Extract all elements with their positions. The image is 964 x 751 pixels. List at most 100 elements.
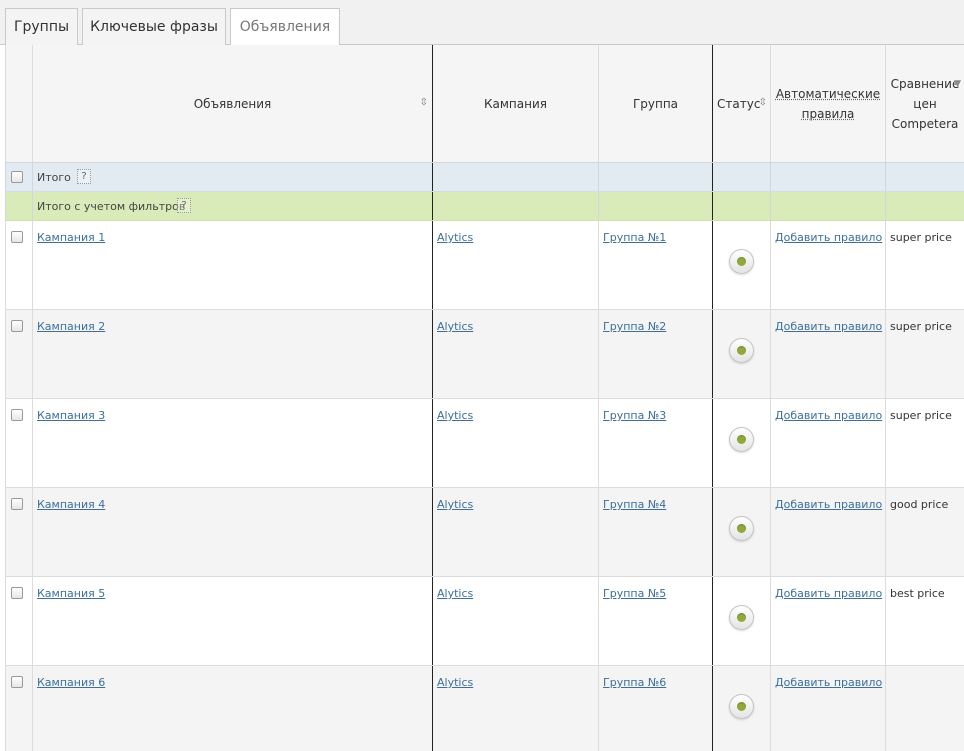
campaign-cell: Alytics	[432, 399, 598, 487]
group-link[interactable]: Группа №4	[603, 498, 666, 511]
table-row: Кампания 4 Alytics Группа №4 Добавить пр…	[5, 488, 964, 577]
status-cell	[712, 577, 770, 665]
help-icon[interactable]: ?	[77, 169, 91, 184]
ad-cell: Кампания 6	[32, 666, 432, 751]
ad-link[interactable]: Кампания 1	[37, 231, 105, 244]
tab-groups[interactable]: Группы	[5, 8, 78, 45]
table-row: Кампания 1 Alytics Группа №1 Добавить пр…	[5, 221, 964, 310]
column-auto-rules[interactable]: Автоматические правила	[770, 45, 885, 162]
column-price-compare[interactable]: Сравнение цен Competera ▼	[885, 45, 964, 162]
row-checkbox-cell	[5, 221, 32, 309]
add-rule-link[interactable]: Добавить правило	[775, 409, 882, 422]
rules-cell: Добавить правило	[770, 310, 885, 398]
row-checkbox[interactable]	[11, 498, 23, 510]
price-cell: good price	[885, 488, 964, 576]
price-compare-value: best price	[890, 587, 945, 600]
tab-bar: Группы Ключевые фразы Объявления	[0, 0, 964, 46]
total-cell	[712, 163, 770, 191]
row-checkbox[interactable]	[11, 231, 23, 243]
ad-link[interactable]: Кампания 6	[37, 676, 105, 689]
ad-link[interactable]: Кампания 3	[37, 409, 105, 422]
row-checkbox[interactable]	[11, 587, 23, 599]
group-cell: Группа №2	[598, 310, 712, 398]
group-cell: Группа №3	[598, 399, 712, 487]
add-rule-link[interactable]: Добавить правило	[775, 231, 882, 244]
price-cell: super price	[885, 310, 964, 398]
ad-cell: Кампания 4	[32, 488, 432, 576]
status-cell	[712, 488, 770, 576]
campaign-link[interactable]: Alytics	[437, 320, 473, 333]
header-checkbox-cell	[5, 45, 32, 162]
status-toggle[interactable]	[729, 516, 754, 541]
ad-link[interactable]: Кампания 4	[37, 498, 105, 511]
group-link[interactable]: Группа №5	[603, 587, 666, 600]
help-icon[interactable]: ?	[177, 198, 191, 213]
total-checkbox-cell	[5, 163, 32, 191]
row-checkbox[interactable]	[11, 320, 23, 332]
ad-cell: Кампания 5	[32, 577, 432, 665]
group-link[interactable]: Группа №1	[603, 231, 666, 244]
campaign-cell: Alytics	[432, 666, 598, 751]
status-toggle[interactable]	[729, 694, 754, 719]
rules-cell: Добавить правило	[770, 221, 885, 309]
price-compare-value: good price	[890, 498, 949, 511]
group-link[interactable]: Группа №3	[603, 409, 666, 422]
status-cell	[712, 221, 770, 309]
filtered-checkbox-cell	[5, 192, 32, 220]
filtered-cell	[598, 192, 712, 220]
column-status[interactable]: Статус ⇳	[712, 45, 770, 162]
add-rule-link[interactable]: Добавить правило	[775, 498, 882, 511]
total-cell	[770, 163, 885, 191]
campaign-link[interactable]: Alytics	[437, 409, 473, 422]
total-row: Итого ?	[5, 163, 964, 192]
campaign-link[interactable]: Alytics	[437, 231, 473, 244]
total-label-cell: Итого ?	[32, 163, 432, 191]
group-link[interactable]: Группа №2	[603, 320, 666, 333]
rules-cell: Добавить правило	[770, 488, 885, 576]
group-link[interactable]: Группа №6	[603, 676, 666, 689]
column-ads-label: Объявления	[193, 96, 272, 111]
tab-keywords[interactable]: Ключевые фразы	[82, 8, 226, 45]
column-group-label: Группа	[632, 96, 679, 111]
status-toggle[interactable]	[729, 605, 754, 630]
campaign-cell: Alytics	[432, 221, 598, 309]
filtered-cell	[770, 192, 885, 220]
sort-icon[interactable]: ⇳	[420, 97, 428, 108]
ad-link[interactable]: Кампания 2	[37, 320, 105, 333]
status-toggle[interactable]	[729, 249, 754, 274]
add-rule-link[interactable]: Добавить правило	[775, 676, 882, 689]
column-campaign: Кампания	[432, 45, 598, 162]
select-all-checkbox[interactable]	[11, 171, 23, 183]
price-compare-value: super price	[890, 409, 952, 422]
ad-link[interactable]: Кампания 5	[37, 587, 105, 600]
row-checkbox[interactable]	[11, 409, 23, 421]
column-ads[interactable]: Объявления ⇳	[32, 45, 432, 162]
campaign-link[interactable]: Alytics	[437, 587, 473, 600]
chevron-down-icon[interactable]: ▼	[954, 79, 961, 89]
price-compare-value: super price	[890, 320, 952, 333]
rules-cell: Добавить правило	[770, 577, 885, 665]
ad-cell: Кампания 1	[32, 221, 432, 309]
campaign-cell: Alytics	[432, 577, 598, 665]
tab-ads[interactable]: Объявления	[230, 8, 340, 46]
campaign-link[interactable]: Alytics	[437, 676, 473, 689]
row-checkbox[interactable]	[11, 676, 23, 688]
add-rule-link[interactable]: Добавить правило	[775, 320, 882, 333]
price-cell: super price	[885, 221, 964, 309]
status-cell	[712, 399, 770, 487]
row-checkbox-cell	[5, 666, 32, 751]
filtered-cell	[712, 192, 770, 220]
sort-icon[interactable]: ⇳	[759, 97, 767, 108]
status-toggle[interactable]	[729, 427, 754, 452]
status-toggle[interactable]	[729, 338, 754, 363]
total-label: Итого	[37, 171, 71, 184]
campaign-link[interactable]: Alytics	[437, 498, 473, 511]
filtered-cell	[885, 192, 964, 220]
add-rule-link[interactable]: Добавить правило	[775, 587, 882, 600]
group-cell: Группа №5	[598, 577, 712, 665]
table-row: Кампания 6 Alytics Группа №6 Добавить пр…	[5, 666, 964, 751]
campaign-cell: Alytics	[432, 488, 598, 576]
row-checkbox-cell	[5, 399, 32, 487]
filtered-label-cell: Итого с учетом фильтров ?	[32, 192, 432, 220]
column-status-label: Статус	[717, 96, 761, 111]
